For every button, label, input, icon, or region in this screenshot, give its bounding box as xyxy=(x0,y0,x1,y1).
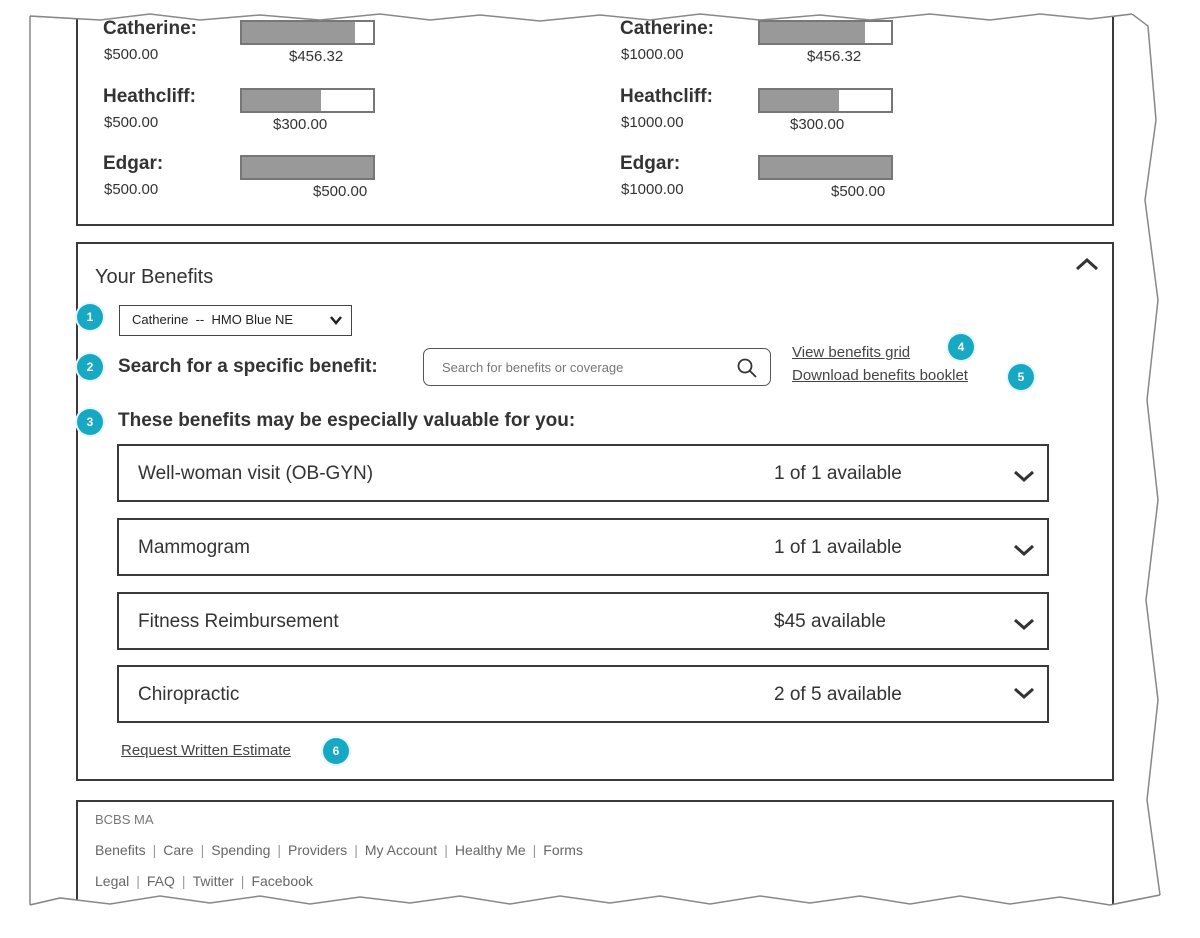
valuable-benefits-heading: These benefits may be especially valuabl… xyxy=(118,410,576,431)
footer-nav-primary: Benefits | Care | Spending | Providers | My Acco… xyxy=(95,842,583,858)
accumulator-progress-bar xyxy=(758,155,893,180)
benefits-title: Your Benefits xyxy=(95,266,214,288)
annotation-badge-6: 6 xyxy=(323,738,349,764)
accumulator-progress-fill xyxy=(760,157,891,178)
accumulator-member-name: Edgar: xyxy=(103,153,164,174)
benefit-name: Fitness Reimbursement xyxy=(138,611,339,632)
benefit-row[interactable]: Fitness Reimbursement $45 available xyxy=(117,592,1049,650)
member-plan-select-value: Catherine -- HMO Blue NE xyxy=(132,312,294,327)
accumulator-progress-bar xyxy=(240,88,375,113)
chevron-down-icon[interactable] xyxy=(1012,685,1036,701)
annotation-badge-5: 5 xyxy=(1008,364,1034,390)
accumulator-progress-bar xyxy=(758,88,893,113)
search-placeholder: Search for benefits or coverage xyxy=(442,360,624,375)
request-written-estimate-link[interactable]: Request Written Estimate xyxy=(121,742,291,759)
accumulator-progress-fill xyxy=(242,22,355,43)
benefit-row[interactable]: Chiropractic 2 of 5 available xyxy=(117,665,1049,723)
download-benefits-booklet-link[interactable]: Download benefits booklet xyxy=(792,367,968,384)
accumulator-used: $456.32 xyxy=(289,48,344,65)
annotation-badge-4: 4 xyxy=(948,334,974,360)
footer-brand: BCBS MA xyxy=(95,812,154,827)
benefit-availability: $45 available xyxy=(774,611,886,632)
torn-top-edge xyxy=(0,0,1200,22)
benefit-availability: 1 of 1 available xyxy=(774,537,902,558)
accumulator-member-name: Heathcliff: xyxy=(620,86,713,107)
benefit-search-input[interactable]: Search for benefits or coverage xyxy=(423,348,771,386)
annotation-badge-2: 2 xyxy=(77,354,103,380)
footer-separator: | xyxy=(152,842,157,858)
chevron-down-icon[interactable] xyxy=(1012,468,1036,484)
benefit-row[interactable]: Mammogram 1 of 1 available xyxy=(117,518,1049,576)
member-plan-select[interactable]: Catherine -- HMO Blue NE xyxy=(119,305,352,336)
accumulator-total: $1000.00 xyxy=(621,46,684,63)
accumulator-progress-fill xyxy=(760,90,839,111)
footer-separator: | xyxy=(200,842,205,858)
accumulator-used: $456.32 xyxy=(807,48,862,65)
footer-link[interactable]: Spending xyxy=(211,842,270,858)
accumulator-used: $300.00 xyxy=(790,116,845,133)
chevron-up-icon[interactable] xyxy=(1074,255,1100,273)
accumulator-progress-fill xyxy=(760,22,865,43)
accumulator-progress-fill xyxy=(242,90,321,111)
footer-link[interactable]: Benefits xyxy=(95,842,146,858)
footer-link[interactable]: Forms xyxy=(543,842,583,858)
benefit-availability: 2 of 5 available xyxy=(774,684,902,705)
accumulators-panel xyxy=(76,10,1114,226)
annotation-badge-3: 3 xyxy=(77,409,103,435)
accumulator-used: $500.00 xyxy=(831,183,886,200)
accumulator-total: $500.00 xyxy=(104,46,159,63)
footer-separator: | xyxy=(354,842,358,858)
accumulator-member-name: Edgar: xyxy=(620,153,681,174)
accumulator-used: $500.00 xyxy=(313,183,368,200)
footer-separator: | xyxy=(444,842,448,858)
accumulator-progress-bar xyxy=(240,155,375,180)
accumulator-total: $1000.00 xyxy=(621,114,684,131)
accumulator-total: $500.00 xyxy=(104,114,159,131)
footer-separator: | xyxy=(532,842,537,858)
torn-bottom-edge xyxy=(0,894,1200,938)
benefit-name: Chiropractic xyxy=(138,684,240,705)
annotation-badge-1: 1 xyxy=(77,304,103,330)
footer-link[interactable]: My Account xyxy=(365,842,437,858)
search-icon[interactable] xyxy=(736,357,758,379)
chevron-down-icon[interactable] xyxy=(1012,542,1036,558)
accumulator-total: $500.00 xyxy=(104,181,159,198)
benefit-availability: 1 of 1 available xyxy=(774,463,902,484)
footer-link[interactable]: Healthy Me xyxy=(455,842,526,858)
benefit-row[interactable]: Well-woman visit (OB-GYN) 1 of 1 availab… xyxy=(117,444,1049,502)
chevron-down-icon xyxy=(330,316,342,325)
view-benefits-grid-link[interactable]: View benefits grid xyxy=(792,344,910,361)
accumulator-progress-fill xyxy=(242,157,373,178)
footer-link[interactable]: Care xyxy=(163,842,193,858)
footer-separator: | xyxy=(277,842,282,858)
benefit-name: Well-woman visit (OB-GYN) xyxy=(138,463,374,484)
footer-link[interactable]: Providers xyxy=(288,842,347,858)
accumulator-total: $1000.00 xyxy=(621,181,684,198)
benefit-name: Mammogram xyxy=(138,537,250,558)
search-label: Search for a specific benefit: xyxy=(118,356,378,377)
accumulator-member-name: Heathcliff: xyxy=(103,86,196,107)
chevron-down-icon[interactable] xyxy=(1012,616,1036,632)
accumulator-used: $300.00 xyxy=(273,116,328,133)
